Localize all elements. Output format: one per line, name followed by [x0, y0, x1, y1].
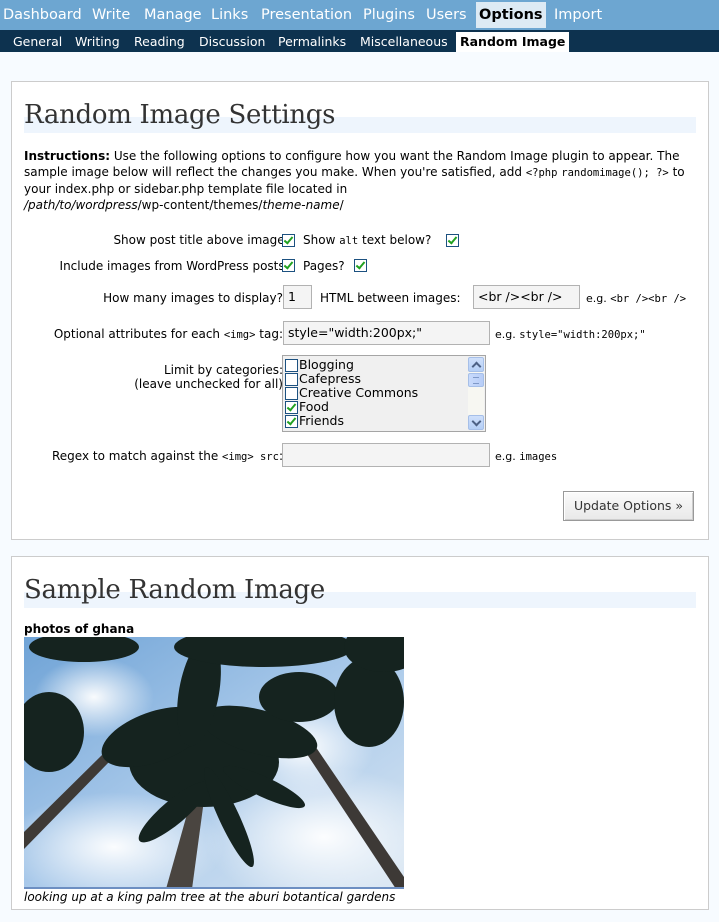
update-options-button[interactable]: Update Options » — [563, 491, 694, 521]
sample-panel: Sample Random Image photos of ghana look… — [11, 556, 709, 910]
submenu-permalinks[interactable]: Permalinks — [274, 32, 350, 52]
menu-dashboard[interactable]: Dashboard — [0, 2, 85, 28]
admin-menu: Dashboard Write Manage Links Presentatio… — [0, 0, 719, 30]
menu-users[interactable]: Users — [423, 2, 470, 28]
menu-presentation[interactable]: Presentation — [258, 2, 355, 28]
menu-plugins[interactable]: Plugins — [360, 2, 418, 28]
code-snippet: randomimage(); ?> — [561, 167, 669, 179]
regex-input[interactable] — [282, 443, 490, 467]
scroll-up-arrow-icon[interactable] — [468, 357, 484, 372]
include-posts-checkbox[interactable] — [282, 259, 295, 272]
img-attributes-input[interactable]: style="width:200px;" — [283, 321, 490, 345]
options-submenu: General Writing Reading Discussion Perma… — [0, 30, 719, 52]
img-attributes-label: Optional attributes for each <img> tag: — [53, 327, 283, 341]
sample-post-title[interactable]: photos of ghana — [24, 622, 134, 637]
instructions-text: Instructions: Use the following options … — [24, 149, 685, 212]
menu-links[interactable]: Links — [208, 2, 251, 28]
menu-manage[interactable]: Manage — [141, 2, 205, 28]
html-between-label: HTML between images: — [320, 291, 461, 305]
show-alt-text-checkbox[interactable] — [446, 234, 459, 247]
sample-image[interactable] — [24, 637, 404, 889]
menu-write[interactable]: Write — [89, 2, 133, 28]
include-posts-label: Include images from WordPress posts? — [59, 259, 291, 273]
settings-heading: Random Image Settings — [24, 98, 696, 134]
show-post-title-label: Show post title above image? — [113, 233, 291, 247]
scroll-down-arrow-icon[interactable] — [468, 415, 484, 430]
category-checkbox[interactable] — [285, 359, 298, 372]
html-between-example: e.g. <br /><br /> — [586, 292, 687, 305]
show-alt-text-label: Show alt text below? — [303, 233, 432, 247]
include-pages-label: Pages? — [303, 259, 345, 273]
categories-sublabel: (leave unchecked for all) — [134, 377, 283, 391]
palm-tree-photo — [24, 637, 404, 887]
regex-example: e.g. images — [495, 450, 558, 463]
scrollbar-thumb[interactable] — [468, 373, 484, 387]
submenu-reading[interactable]: Reading — [130, 32, 189, 52]
submenu-general[interactable]: General — [9, 32, 66, 52]
submenu-discussion[interactable]: Discussion — [195, 32, 269, 52]
instructions-label: Instructions: — [24, 149, 111, 163]
submenu-miscellaneous[interactable]: Miscellaneous — [356, 32, 452, 52]
category-checkbox[interactable] — [285, 415, 298, 428]
sample-heading: Sample Random Image — [24, 573, 696, 609]
category-checkbox[interactable] — [285, 373, 298, 386]
include-pages-checkbox[interactable] — [354, 259, 367, 272]
categories-label: Limit by categories: — [163, 363, 283, 377]
num-images-input[interactable]: 1 — [283, 285, 312, 309]
code-snippet: <?php — [525, 167, 558, 179]
submenu-writing[interactable]: Writing — [71, 32, 124, 52]
regex-label: Regex to match against the <img> src: — [51, 449, 283, 463]
category-checkbox[interactable] — [285, 401, 298, 414]
menu-import[interactable]: Import — [551, 2, 605, 28]
submenu-random-image[interactable]: Random Image — [456, 32, 570, 52]
sample-caption: looking up at a king palm tree at the ab… — [24, 890, 396, 904]
show-post-title-checkbox[interactable] — [282, 234, 295, 247]
categories-scrollbar[interactable] — [468, 357, 484, 430]
category-checkbox[interactable] — [285, 387, 298, 400]
num-images-label: How many images to display? — [103, 291, 283, 305]
html-between-input[interactable]: <br /><br /> — [473, 285, 580, 309]
settings-panel: Random Image Settings Instructions: Use … — [11, 81, 709, 540]
menu-options[interactable]: Options — [476, 2, 546, 28]
categories-list[interactable]: Blogging Cafepress Creative Commons Food… — [282, 355, 486, 432]
img-attributes-example: e.g. style="width:200px;" — [495, 328, 646, 341]
